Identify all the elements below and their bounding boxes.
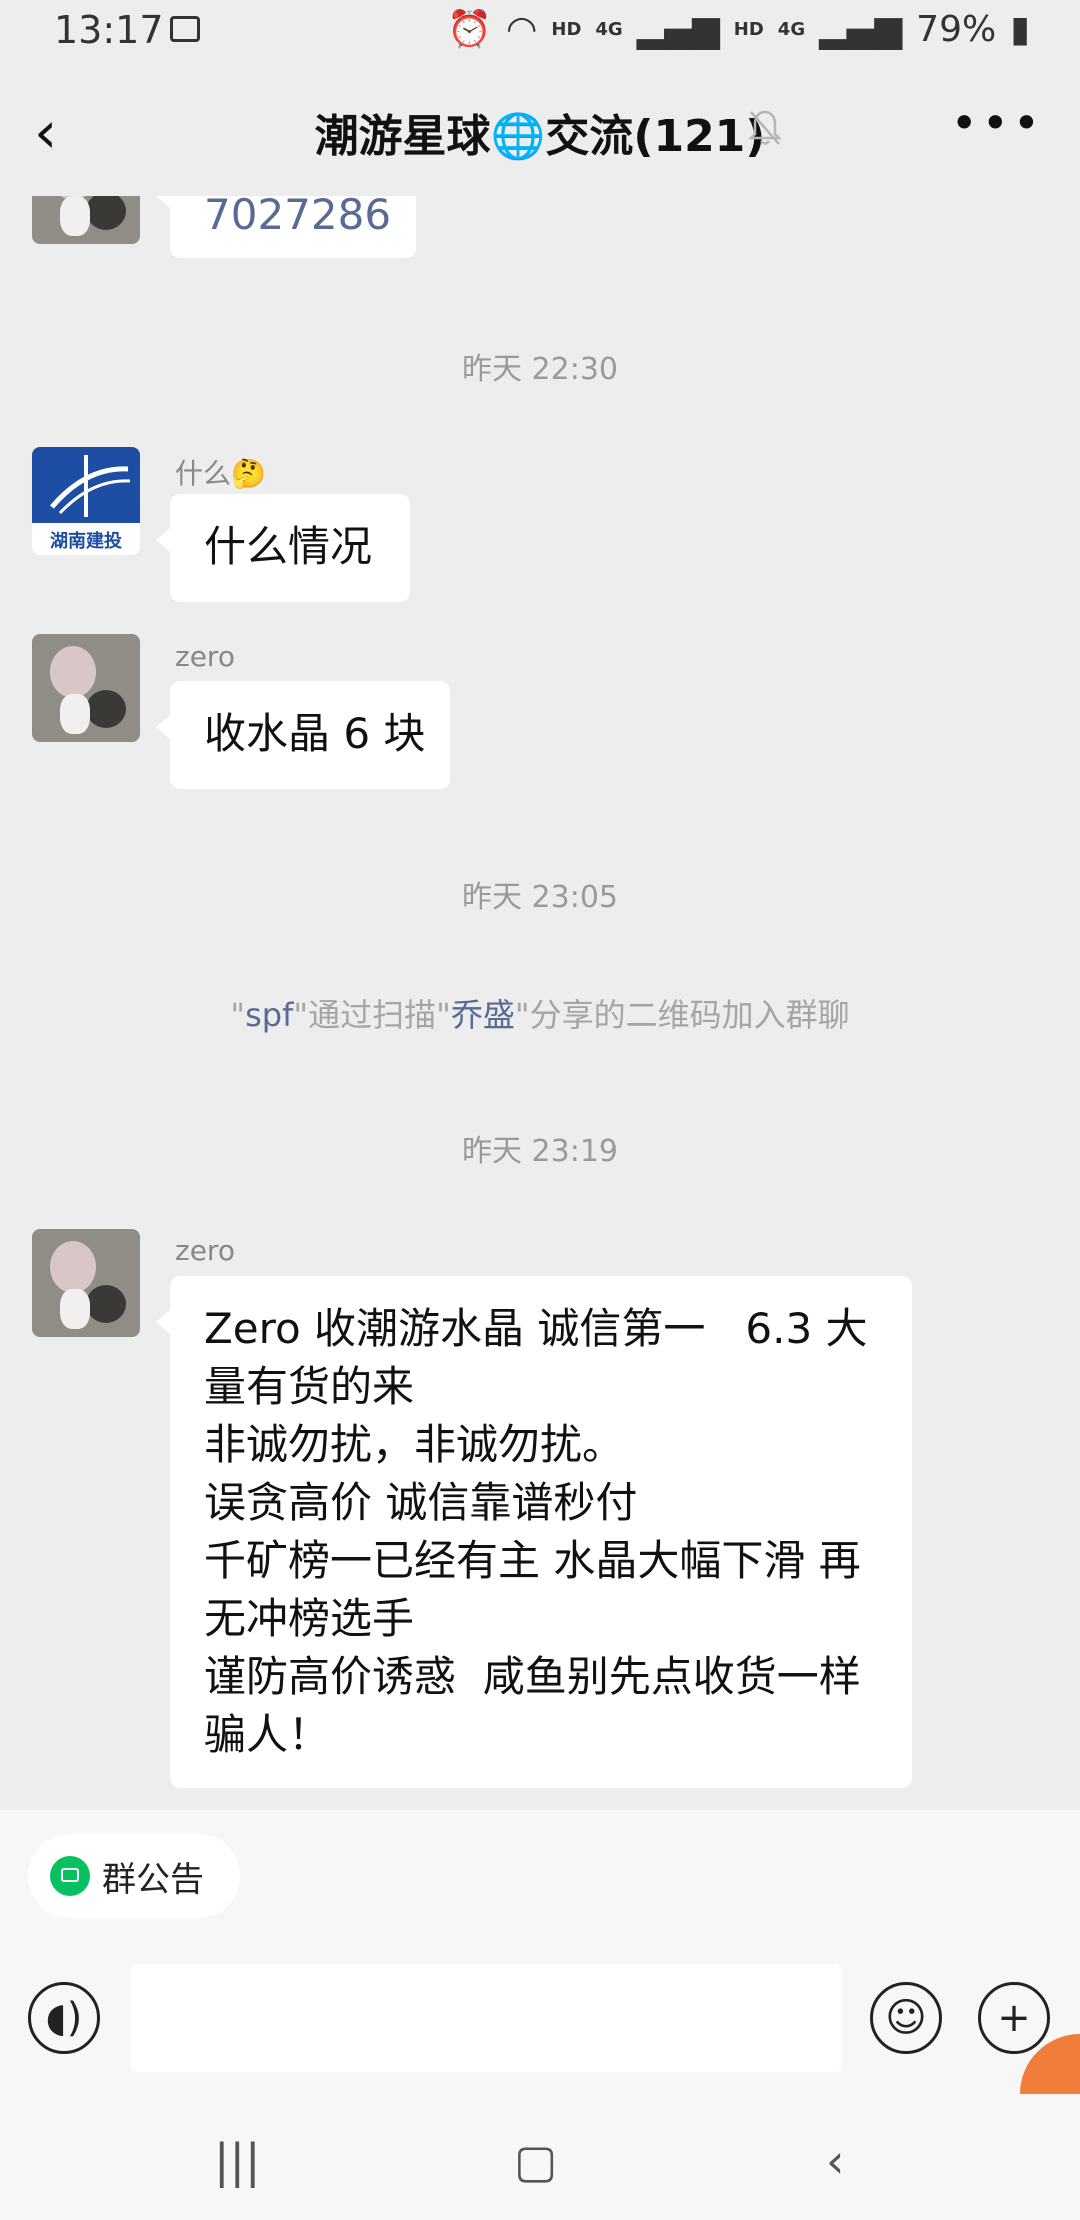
network-label-hd-2: HD bbox=[733, 18, 764, 40]
home-icon[interactable]: ▢ bbox=[514, 2134, 557, 2188]
status-time: 13:17 bbox=[54, 8, 164, 52]
avatar[interactable] bbox=[32, 196, 140, 244]
chat-title: 潮游星球🌐交流(121) bbox=[314, 111, 766, 162]
logo-icon bbox=[32, 447, 140, 523]
emoji-icon[interactable]: ☺ bbox=[870, 1982, 942, 2054]
timestamp: 昨天 23:19 bbox=[462, 1134, 618, 1169]
sender-name: zero bbox=[175, 1234, 235, 1267]
more-options-icon[interactable]: ••• bbox=[951, 96, 1044, 150]
message-line: Zero 收潮游水晶 诚信第一 6.3 大 bbox=[204, 1304, 868, 1353]
recent-apps-icon[interactable]: ||| bbox=[214, 2134, 261, 2188]
gallery-icon bbox=[170, 16, 200, 42]
message-line: 误贪高价 诚信靠谱秒付 bbox=[204, 1478, 638, 1527]
network-label-hd-1: HD bbox=[551, 18, 582, 40]
mute-bell-icon bbox=[748, 110, 782, 145]
alarm-icon: ⏰ bbox=[447, 9, 492, 50]
system-nav-bar: ||| ▢ ‹ bbox=[0, 2100, 1080, 2220]
status-icons: ⏰ ◠ HD 4G ▂▄▆ HD 4G ▂▄▆ 79% ▮ bbox=[447, 8, 1030, 51]
sender-name: 什么🤔 bbox=[175, 457, 266, 490]
message-bubble[interactable]: 什么情况 bbox=[156, 494, 410, 602]
avatar[interactable] bbox=[32, 1229, 140, 1337]
message-line: 骗人！ bbox=[204, 1710, 331, 1759]
sender-name: zero bbox=[175, 640, 235, 673]
message-line: 非诚勿扰，非诚勿扰。 bbox=[204, 1420, 625, 1469]
message-text: 收水晶 6 块 bbox=[204, 709, 426, 758]
signal-icon-1: ▂▄▆ bbox=[636, 8, 720, 50]
timestamp: 昨天 22:30 bbox=[462, 352, 618, 387]
message-bubble[interactable]: Zero 收潮游水晶 诚信第一 6.3 大 量有货的来 非诚勿扰，非诚勿扰。 误… bbox=[156, 1276, 912, 1788]
battery-percent: 79% bbox=[916, 8, 997, 50]
avatar[interactable]: 湖南建投 bbox=[32, 447, 140, 555]
notice-bar: 群公告 bbox=[0, 1810, 1080, 1940]
voice-input-icon[interactable]: ◖) bbox=[28, 1982, 100, 2054]
wifi-icon: ◠ bbox=[505, 8, 538, 50]
status-bar: 13:17 ⏰ ◠ HD 4G ▂▄▆ HD 4G ▂▄▆ 79% ▮ bbox=[0, 0, 1080, 66]
message-bubble[interactable]: 收水晶 6 块 bbox=[156, 681, 450, 789]
avatar-label: 湖南建投 bbox=[50, 531, 122, 552]
network-label-4g-2: 4G bbox=[777, 18, 806, 40]
user-link-spf[interactable]: spf bbox=[245, 996, 293, 1034]
back-icon[interactable]: ‹ bbox=[826, 2134, 844, 2188]
message-line: 谨防高价诱惑 咸鱼别先点收货一样 bbox=[204, 1652, 861, 1701]
user-link-qiaosheng[interactable]: 乔盛 bbox=[451, 996, 515, 1034]
group-notice-label: 群公告 bbox=[102, 1859, 204, 1900]
battery-icon: ▮ bbox=[1010, 8, 1030, 50]
signal-icon-2: ▂▄▆ bbox=[819, 8, 903, 50]
message-text: 7027286 bbox=[204, 196, 392, 239]
group-notice-button[interactable]: 群公告 bbox=[28, 1834, 240, 1918]
network-label-4g-1: 4G bbox=[595, 18, 623, 40]
message-bubble-partial[interactable]: 7027286 bbox=[156, 196, 416, 258]
message-line: 无冲榜选手 bbox=[204, 1594, 415, 1643]
message-text: 什么情况 bbox=[204, 522, 373, 571]
timestamp: 昨天 23:05 bbox=[462, 880, 618, 915]
avatar[interactable] bbox=[32, 634, 140, 742]
message-list[interactable]: 7027286 昨天 22:30 湖南建投 什么🤔 什么情况 zero 收水晶 … bbox=[0, 196, 1080, 1810]
message-line: 量有货的来 bbox=[204, 1362, 415, 1411]
system-message: "spf"通过扫描"乔盛"分享的二维码加入群聊 bbox=[230, 996, 850, 1034]
input-bar: ◖) ☺ + bbox=[0, 1940, 1080, 2100]
plus-icon[interactable]: + bbox=[978, 1982, 1050, 2054]
notice-icon bbox=[50, 1856, 90, 1896]
message-line: 千矿榜一已经有主 水晶大幅下滑 再 bbox=[204, 1536, 861, 1585]
message-input[interactable] bbox=[130, 1964, 842, 2072]
chat-header: ‹ 潮游星球🌐交流(121) ••• bbox=[0, 66, 1080, 196]
